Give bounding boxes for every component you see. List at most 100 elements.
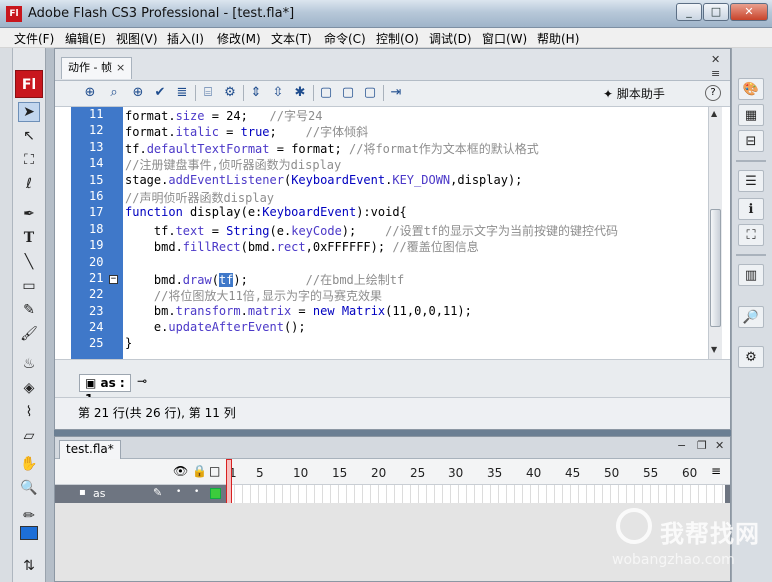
zoom-icon[interactable]: 🔍 [18, 478, 40, 498]
subselection-tool-icon[interactable]: ↖ [18, 126, 40, 146]
scroll-down-icon[interactable]: ▼ [711, 345, 717, 354]
menu-text[interactable]: 文本(T) [271, 30, 312, 47]
collapse-between-braces-icon[interactable]: ⇕ [247, 84, 265, 102]
code-text: bmd.fillRect(bmd.rect,0xFFFFFF); //覆盖位图信… [125, 240, 479, 255]
frame-number: 60 [682, 466, 698, 480]
menu-modify[interactable]: 修改(M) [217, 30, 261, 47]
visibility-dot[interactable]: • [176, 487, 181, 497]
eraser-icon[interactable]: ▱ [18, 426, 40, 446]
timeline-minimize-icon[interactable]: − [677, 439, 686, 452]
fold-toggle-icon[interactable]: − [109, 274, 118, 284]
panel-menu-icon[interactable]: ≡ [711, 67, 720, 80]
frame-cells[interactable] [227, 485, 725, 503]
frame-number: 40 [526, 466, 542, 480]
lock-icon[interactable]: 🔒 [192, 464, 207, 478]
menu-control[interactable]: 控制(O) [376, 30, 419, 47]
insert-target-path-icon[interactable]: ⊕ [129, 84, 147, 102]
movie-explorer-icon[interactable]: 🔎 [738, 306, 764, 328]
tab-actions-label: 动作 - 帧 [68, 61, 112, 74]
right-dock: 🎨 ▦ ⊟ ☰ ℹ ⛶ ▥ 🔎 ⚙ [731, 48, 772, 582]
menu-window[interactable]: 窗口(W) [482, 30, 527, 47]
script-assist-button[interactable]: ✦ 脚本助手 [603, 85, 665, 102]
free-transform-icon[interactable]: ⛶ [18, 150, 40, 170]
flash-app-icon: Fl [6, 6, 22, 22]
find-icon[interactable]: ⌕ [105, 84, 123, 102]
show-code-hint-icon[interactable]: ⌸ [199, 84, 217, 102]
line-number: 18 [89, 221, 104, 236]
transform-icon[interactable]: ⛶ [738, 224, 764, 246]
swatches-icon[interactable]: ▦ [738, 104, 764, 126]
tab-actions-frame[interactable]: 动作 - 帧 × [61, 57, 133, 79]
collapse-strip[interactable] [0, 48, 13, 582]
panel-close-icon[interactable]: ✕ [711, 53, 720, 66]
dock-separator [736, 160, 766, 162]
help-icon[interactable]: ? [705, 85, 721, 101]
pencil-icon[interactable]: ✎ [18, 300, 40, 320]
menu-file[interactable]: 文件(F) [14, 30, 54, 47]
menu-debug[interactable]: 调试(D) [429, 30, 472, 47]
line-tool-icon[interactable]: ╲ [18, 252, 40, 272]
menu-insert[interactable]: 插入(I) [167, 30, 204, 47]
remove-comment-icon[interactable]: ▢ [361, 84, 379, 102]
align-panel-icon[interactable]: ⊟ [738, 130, 764, 152]
pin-script-icon[interactable]: ⊸ [137, 374, 147, 388]
menu-help[interactable]: 帮助(H) [537, 30, 579, 47]
apply-line-comment-icon[interactable]: ▢ [339, 84, 357, 102]
line-number: 23 [89, 303, 104, 318]
stroke-color-icon[interactable]: ✏ [18, 506, 40, 526]
line-number: 12 [89, 123, 104, 138]
show-hide-toolbox-icon[interactable]: ⇥ [387, 84, 405, 102]
text-tool-icon[interactable]: T [18, 228, 40, 248]
layer-color-icon[interactable] [210, 488, 221, 499]
hand-icon[interactable]: ✋ [18, 454, 40, 474]
script-tab-as1[interactable]: ▣ as : 1 [79, 374, 131, 406]
info-icon[interactable]: ℹ [738, 198, 764, 220]
actions-tab-row: 动作 - 帧 × ✕ ≡ [55, 49, 730, 81]
playhead[interactable] [226, 459, 232, 505]
eye-icon[interactable]: 👁 [173, 464, 188, 478]
lasso-icon[interactable]: ℓ [18, 174, 40, 194]
menu-edit[interactable]: 编辑(E) [65, 30, 106, 47]
eyedropper-icon[interactable]: ⌇ [18, 402, 40, 422]
brush-icon[interactable]: 🖌 [18, 324, 40, 344]
outline-icon[interactable]: □ [209, 464, 220, 478]
watermark-url: wobangzhao.com [612, 552, 735, 568]
library-icon[interactable]: ▥ [738, 264, 764, 286]
collapse-selection-icon[interactable]: ⇳ [269, 84, 287, 102]
debug-options-icon[interactable]: ⚙ [221, 84, 239, 102]
auto-format-icon[interactable]: ≣ [173, 84, 191, 102]
timeline-close-icon[interactable]: ✕ [715, 439, 724, 452]
apply-block-comment-icon[interactable]: ▢ [317, 84, 335, 102]
paint-bucket-icon[interactable]: ◈ [18, 378, 40, 398]
tab-test-fla[interactable]: test.fla* [59, 440, 121, 459]
close-button[interactable]: ✕ [730, 3, 768, 21]
fill-color-icon[interactable] [20, 526, 38, 540]
check-syntax-icon[interactable]: ✔ [151, 84, 169, 102]
rectangle-tool-icon[interactable]: ▭ [18, 276, 40, 296]
scroll-up-icon[interactable]: ▲ [711, 109, 717, 118]
properties-icon[interactable]: ☰ [738, 170, 764, 192]
selection-tool-icon[interactable]: ➤ [18, 102, 40, 122]
components-icon[interactable]: ⚙ [738, 346, 764, 368]
code-line: 14 //注册键盘事件,侦听器函数为display [71, 156, 721, 172]
menu-view[interactable]: 视图(V) [116, 30, 158, 47]
code-editor[interactable]: 11 format.size = 24; //字号24 12 format.ital… [55, 107, 730, 359]
maximize-button[interactable]: □ [703, 3, 729, 21]
expand-all-icon[interactable]: ✱ [291, 84, 309, 102]
minimize-button[interactable]: _ [676, 3, 702, 21]
swap-colors-icon[interactable]: ⇅ [18, 556, 40, 576]
timeline-menu-icon[interactable]: ≡ [711, 464, 721, 478]
color-panel-icon[interactable]: 🎨 [738, 78, 764, 100]
editor-scrollbar[interactable]: ▲ ▼ [708, 107, 722, 359]
code-line: 25} [71, 336, 721, 352]
add-statement-icon[interactable]: ⊕ [81, 84, 99, 102]
timeline-restore-icon[interactable]: ❐ [697, 439, 707, 452]
menu-commands[interactable]: 命令(C) [324, 30, 366, 47]
layer-name[interactable]: as [93, 487, 105, 500]
pen-icon[interactable]: ✒ [18, 204, 40, 224]
tab-close-icon[interactable]: × [116, 61, 125, 74]
scroll-thumb[interactable] [710, 209, 721, 327]
flash-badge: Fl [15, 70, 43, 98]
ink-bottle-icon[interactable]: ♨ [18, 354, 40, 374]
lock-dot[interactable]: • [194, 487, 199, 497]
